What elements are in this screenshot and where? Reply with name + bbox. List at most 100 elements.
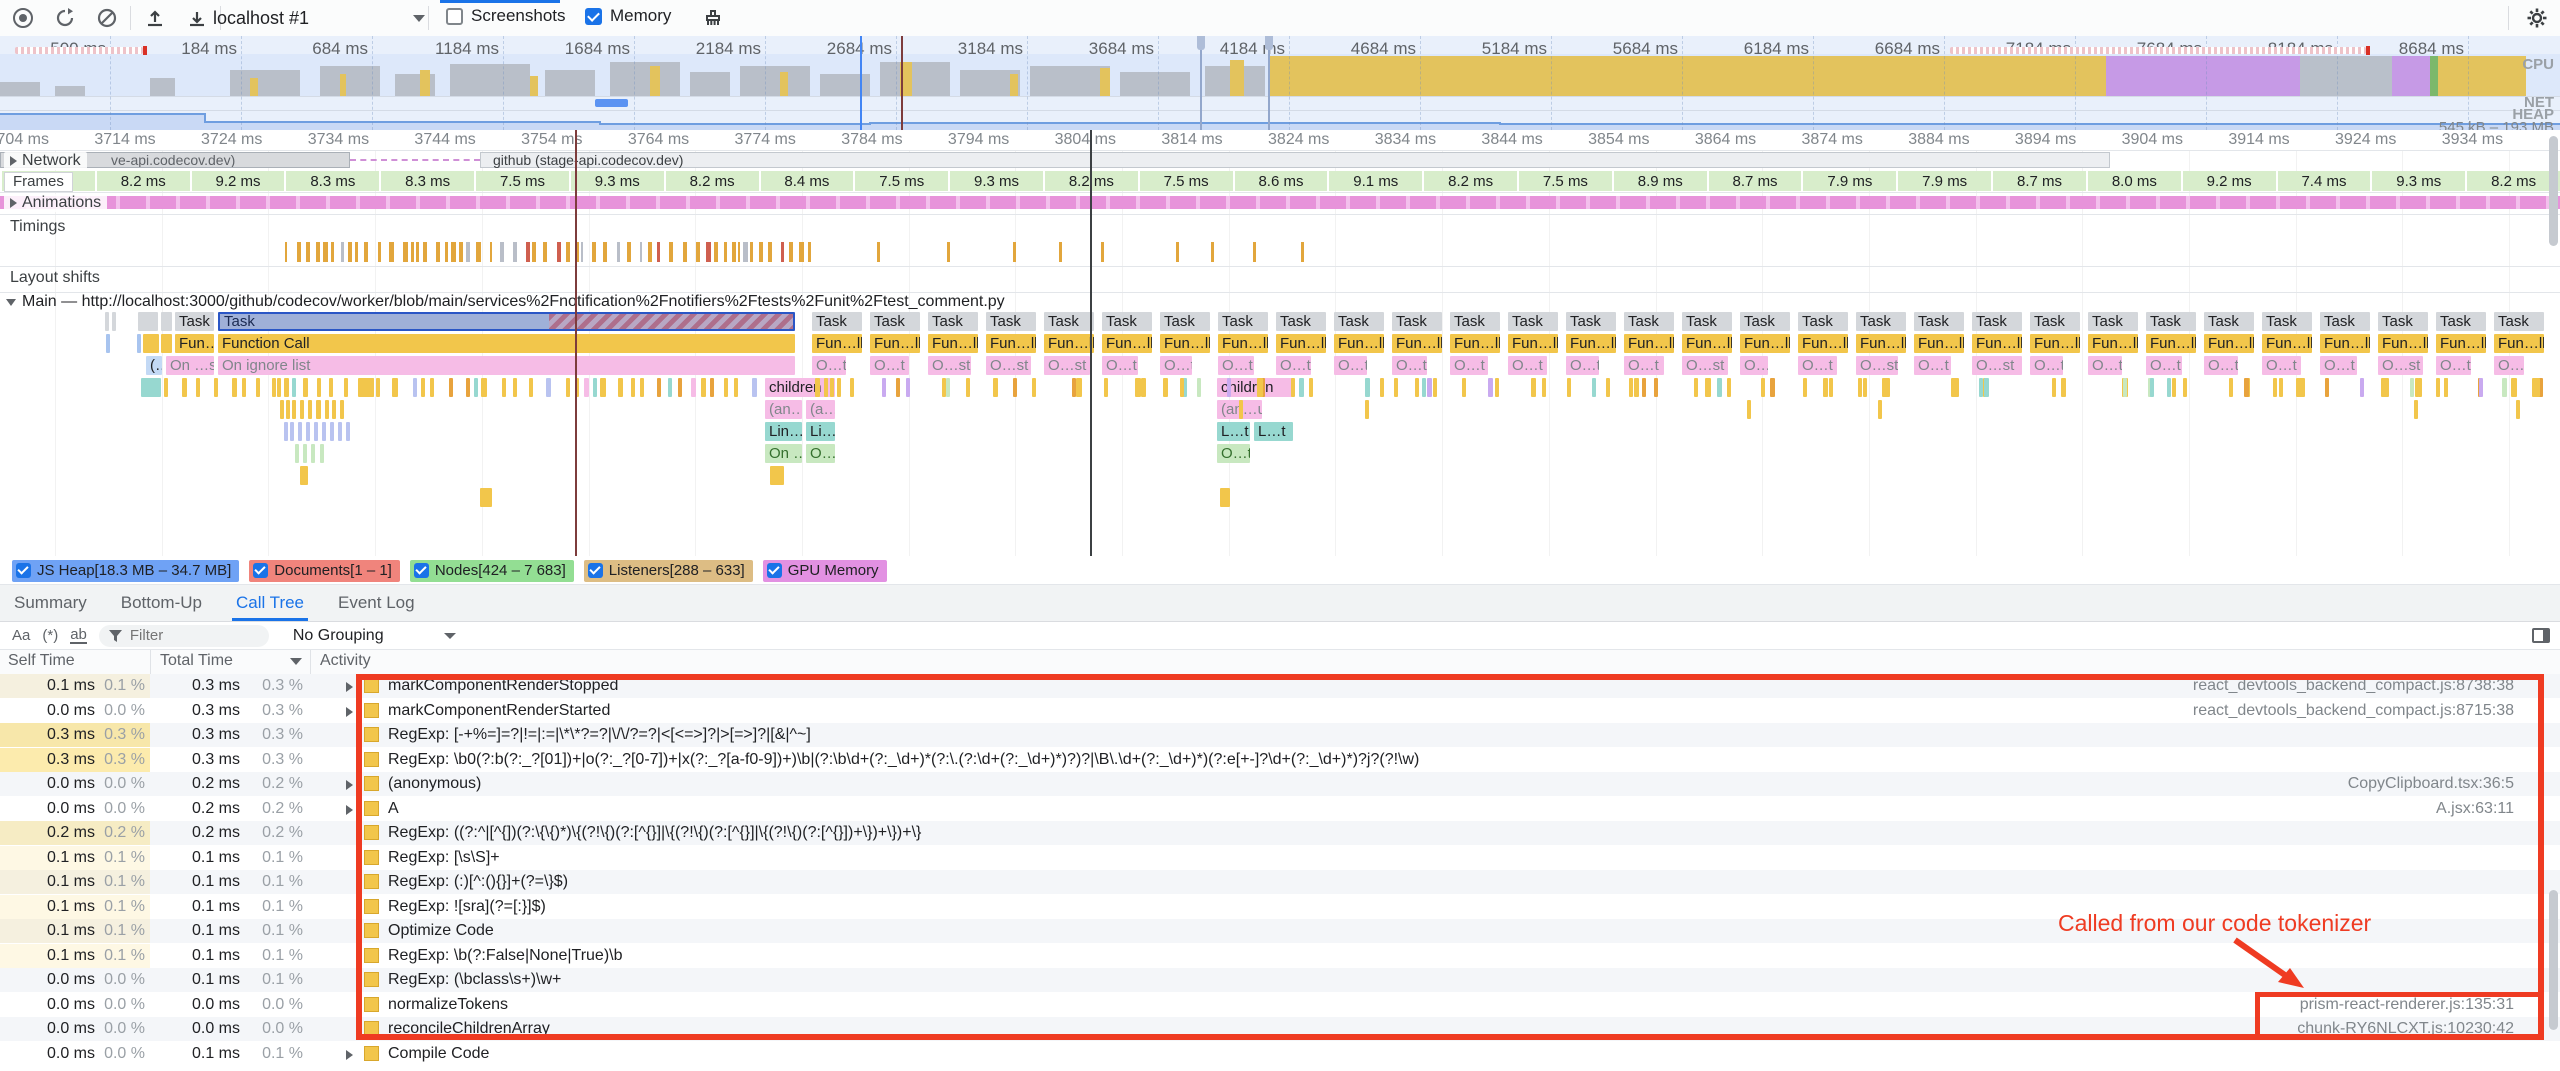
flame-bar[interactable] bbox=[2244, 378, 2249, 397]
table-row[interactable]: 0.0 ms0.0 %0.3 ms0.3 %markComponentRende… bbox=[0, 699, 2560, 723]
timing-mark[interactable] bbox=[403, 242, 407, 262]
selection-window-right-edge[interactable] bbox=[1268, 36, 1270, 130]
flame-bar[interactable] bbox=[292, 378, 296, 397]
table-row[interactable]: 0.1 ms0.1 %0.3 ms0.3 %markComponentRende… bbox=[0, 674, 2560, 698]
flame-bar[interactable] bbox=[2511, 378, 2517, 397]
flame-bar-ot[interactable]: O…t bbox=[2204, 356, 2238, 375]
expand-icon[interactable] bbox=[346, 805, 353, 815]
flame-bar[interactable] bbox=[966, 378, 970, 397]
flame-bar[interactable] bbox=[2167, 378, 2172, 397]
flame-bar[interactable] bbox=[1227, 378, 1231, 397]
table-row[interactable]: 0.1 ms0.1 %0.1 ms0.1 %RegExp: \b(?:False… bbox=[0, 944, 2560, 968]
timing-mark[interactable] bbox=[500, 242, 505, 262]
timing-mark[interactable] bbox=[532, 242, 536, 262]
flame-bar[interactable] bbox=[1394, 378, 1398, 397]
flame-bar-task[interactable]: Task bbox=[2436, 312, 2486, 331]
flame-bar[interactable] bbox=[474, 378, 478, 397]
flame-bar-onst[interactable]: On …st bbox=[166, 356, 214, 375]
flame-bar[interactable] bbox=[314, 422, 318, 441]
flame-bar-task[interactable]: Task bbox=[218, 312, 795, 331]
flame-bar-ot[interactable]: O…t bbox=[1334, 356, 1367, 375]
flame-bar-a[interactable]: (a…) bbox=[806, 400, 835, 419]
flame-bar[interactable] bbox=[2229, 378, 2233, 397]
timing-mark[interactable] bbox=[592, 242, 596, 262]
flame-bar-task[interactable]: Task bbox=[2494, 312, 2544, 331]
network-request-bar[interactable]: github (stage-api.codecov.dev) bbox=[480, 152, 2110, 168]
flame-bar[interactable] bbox=[112, 312, 116, 331]
flame-bar[interactable] bbox=[1488, 378, 1493, 397]
track-label-frames[interactable]: Frames bbox=[4, 172, 73, 192]
counter-checkbox[interactable] bbox=[414, 563, 429, 578]
animations-band[interactable] bbox=[0, 196, 2560, 209]
flame-bar[interactable] bbox=[1032, 378, 1036, 397]
timing-mark[interactable] bbox=[789, 242, 793, 262]
flame-bar[interactable] bbox=[421, 378, 425, 397]
activity-source-link[interactable]: chunk-RY6NLCXT.js:10230:42 bbox=[2297, 1020, 2514, 1038]
flame-bar[interactable] bbox=[1365, 400, 1369, 419]
flame-bar[interactable] bbox=[2381, 378, 2386, 397]
frame-cell[interactable]: 7.9 ms bbox=[1801, 171, 1896, 191]
memory-checkbox[interactable] bbox=[585, 8, 602, 25]
flame-bar[interactable] bbox=[770, 466, 784, 485]
flame-bar[interactable] bbox=[631, 378, 635, 397]
timing-mark[interactable] bbox=[378, 242, 382, 262]
flame-bar[interactable] bbox=[946, 378, 950, 397]
flame-bar[interactable] bbox=[882, 378, 886, 397]
flame-bar-task[interactable]: Task bbox=[986, 312, 1036, 331]
flame-bar[interactable] bbox=[303, 444, 307, 463]
flame-bar[interactable] bbox=[300, 466, 308, 485]
frame-cell[interactable]: 9.3 ms bbox=[948, 171, 1043, 191]
flame-bar[interactable] bbox=[306, 422, 310, 441]
flame-bar-task[interactable]: Task bbox=[1276, 312, 1326, 331]
flame-bar[interactable] bbox=[1592, 378, 1596, 397]
flame-bar-ost[interactable]: O…st bbox=[928, 356, 971, 375]
flame-bar[interactable] bbox=[1291, 378, 1295, 397]
frame-cell[interactable]: 7.5 ms bbox=[853, 171, 948, 191]
flame-bar[interactable] bbox=[286, 400, 290, 419]
flame-bar[interactable] bbox=[2052, 378, 2056, 397]
table-row[interactable]: 0.2 ms0.2 %0.2 ms0.2 %RegExp: ((?:^|[^{]… bbox=[0, 821, 2560, 845]
frame-cell[interactable]: 7.9 ms bbox=[1896, 171, 1991, 191]
timing-mark[interactable] bbox=[513, 242, 517, 262]
flame-bar[interactable] bbox=[196, 378, 200, 397]
flame-bar-funll[interactable]: Fun…ll bbox=[1856, 334, 1906, 353]
expand-icon[interactable] bbox=[346, 682, 353, 692]
timing-mark[interactable] bbox=[1101, 242, 1104, 262]
timing-mark[interactable] bbox=[355, 242, 357, 262]
flame-bar-funll[interactable]: Fun…ll bbox=[1508, 334, 1558, 353]
flame-bar[interactable] bbox=[529, 378, 533, 397]
table-row[interactable]: 0.1 ms0.1 %0.1 ms0.1 %RegExp: [\s\S]+ bbox=[0, 846, 2560, 870]
track-label-timings[interactable]: Timings bbox=[4, 218, 71, 236]
flame-bar-ot[interactable]: O…t bbox=[1798, 356, 1837, 375]
frame-cell[interactable]: 8.2 ms bbox=[95, 171, 190, 191]
flame-bar-task[interactable]: Task bbox=[1450, 312, 1500, 331]
flame-bar[interactable] bbox=[292, 400, 296, 419]
flame-bar[interactable] bbox=[1415, 378, 1419, 397]
flame-bar[interactable] bbox=[1567, 378, 1571, 397]
flame-bar-ot[interactable]: O…t bbox=[1160, 356, 1192, 375]
timing-mark[interactable] bbox=[732, 242, 735, 262]
flame-bar[interactable] bbox=[449, 378, 453, 397]
flame-bar-ot[interactable]: O…t bbox=[2262, 356, 2301, 375]
flame-bar-ot[interactable]: O…t bbox=[2030, 356, 2063, 375]
activity-source-link[interactable]: react_devtools_backend_compact.js:8738:3… bbox=[2193, 677, 2514, 695]
table-row[interactable]: 0.0 ms0.0 %0.1 ms0.1 %Compile Code bbox=[0, 1042, 2560, 1066]
timing-mark[interactable] bbox=[877, 242, 880, 262]
track-label-network[interactable]: Network bbox=[4, 152, 87, 170]
flame-bar-funll[interactable]: Fun…ll bbox=[1740, 334, 1790, 353]
flame-bar-task[interactable]: Task bbox=[1102, 312, 1152, 331]
timing-mark[interactable] bbox=[1059, 242, 1062, 262]
flame-bar[interactable] bbox=[1365, 378, 1370, 397]
timing-mark[interactable] bbox=[808, 242, 811, 262]
flame-bar[interactable] bbox=[1257, 378, 1262, 397]
flame-bar[interactable] bbox=[1163, 378, 1168, 397]
flame-bar-funll[interactable]: Fun…ll bbox=[2204, 334, 2254, 353]
flame-bar[interactable] bbox=[1141, 378, 1146, 397]
timing-mark[interactable] bbox=[566, 242, 570, 262]
flame-bar-funll[interactable]: Fun…ll bbox=[175, 334, 214, 353]
flame-bar[interactable] bbox=[1433, 378, 1437, 397]
flame-bar[interactable] bbox=[2279, 378, 2283, 397]
flame-bar[interactable] bbox=[2123, 378, 2128, 397]
flame-bar[interactable] bbox=[678, 378, 682, 397]
flame-bar-ot[interactable]: O…t bbox=[2436, 356, 2471, 375]
